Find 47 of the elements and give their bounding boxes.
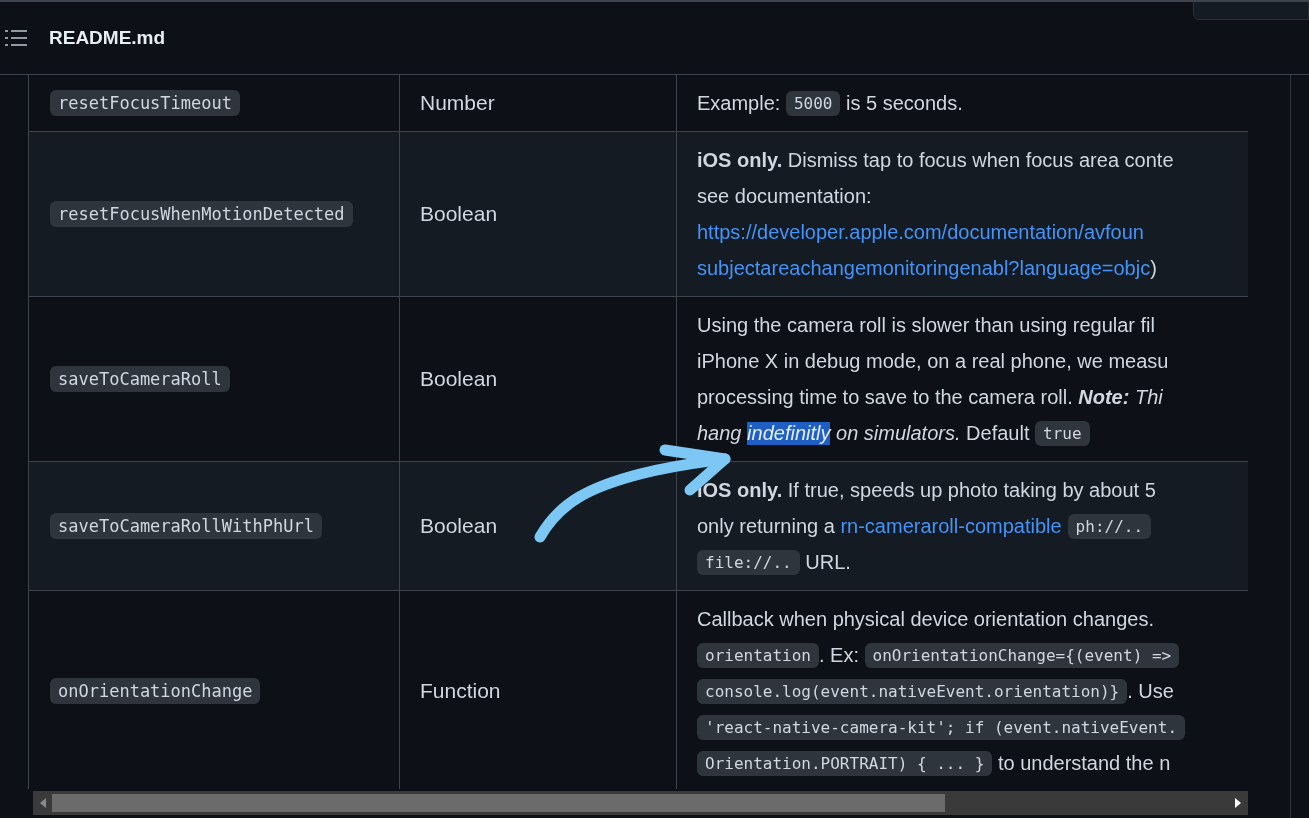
link[interactable]: https://developer.apple.com/documentation/avfoun xyxy=(697,220,1144,244)
cell-text: only returning a xyxy=(697,514,836,538)
link[interactable]: rn-cameraroll-compatible xyxy=(840,514,1062,538)
cell-text: URL. xyxy=(804,550,851,574)
inline-code: console.log(event.nativeEvent.orientation)} xyxy=(697,678,1128,704)
list-icon[interactable] xyxy=(5,29,27,47)
inline-code: 'react-native-camera-kit'; if (event.nativeEvent. xyxy=(697,714,1185,740)
type-text: Function xyxy=(420,679,501,703)
cell-text: see documentation: xyxy=(697,184,872,208)
inline-code: orientation xyxy=(697,642,819,668)
file-title: README.md xyxy=(49,27,166,49)
inline-code: ph://.. xyxy=(1067,513,1152,539)
type-text: Number xyxy=(420,91,495,115)
property-name: resetFocusWhenMotionDetected xyxy=(50,201,353,227)
cell-text: Dismiss tap to focus when focus area conte xyxy=(786,148,1174,172)
cell-text: processing time to save to the camera roll. xyxy=(697,385,1074,409)
cell-text: Callback when physical device orientation changes. xyxy=(697,607,1154,631)
cell-text: on simulators. xyxy=(835,421,961,445)
cell-text: iOS only. xyxy=(697,148,783,172)
property-name: saveToCameraRollWithPhUrl xyxy=(50,513,322,539)
type-text: Boolean xyxy=(420,367,498,391)
cell-text: iPhone X in debug mode, on a real phone, we measu xyxy=(697,349,1169,373)
property-name: saveToCameraRoll xyxy=(50,366,230,392)
link[interactable]: subjectareachangemonitoringenabl?language=objc xyxy=(697,256,1151,280)
property-name: resetFocusTimeout xyxy=(50,90,240,116)
type-text: Boolean xyxy=(420,514,498,538)
scrollbar-thumb[interactable] xyxy=(52,794,945,812)
type-text: Boolean xyxy=(420,202,498,226)
cell-text: Using the camera roll is slower than using regular fil xyxy=(697,313,1155,337)
inline-code: true xyxy=(1035,420,1090,446)
cell-text: Thi xyxy=(1133,385,1163,409)
horizontal-scrollbar[interactable] xyxy=(33,791,1248,815)
cell-text: Example: xyxy=(697,91,782,115)
cell-text: to understand the n xyxy=(996,751,1171,775)
cell-text: hang xyxy=(697,421,743,445)
cell-text: If true, speeds up photo taking by about 5 xyxy=(786,478,1156,502)
cell-text: . Use xyxy=(1127,679,1174,703)
cell-text: is 5 seconds. xyxy=(845,91,963,115)
cell-text: Default xyxy=(965,421,1031,445)
inline-code: Orientation.PORTRAIT) { ... } xyxy=(697,750,993,776)
property-name: onOrientationChange xyxy=(50,678,261,704)
cell-text: Note: xyxy=(1078,385,1130,409)
inline-code: onOrientationChange={(event) => xyxy=(864,642,1180,668)
inline-code: 5000 xyxy=(785,90,841,116)
cell-text: ) xyxy=(1150,256,1157,280)
cell-text: . Ex: xyxy=(818,643,860,667)
inline-code: file://.. xyxy=(697,549,800,575)
